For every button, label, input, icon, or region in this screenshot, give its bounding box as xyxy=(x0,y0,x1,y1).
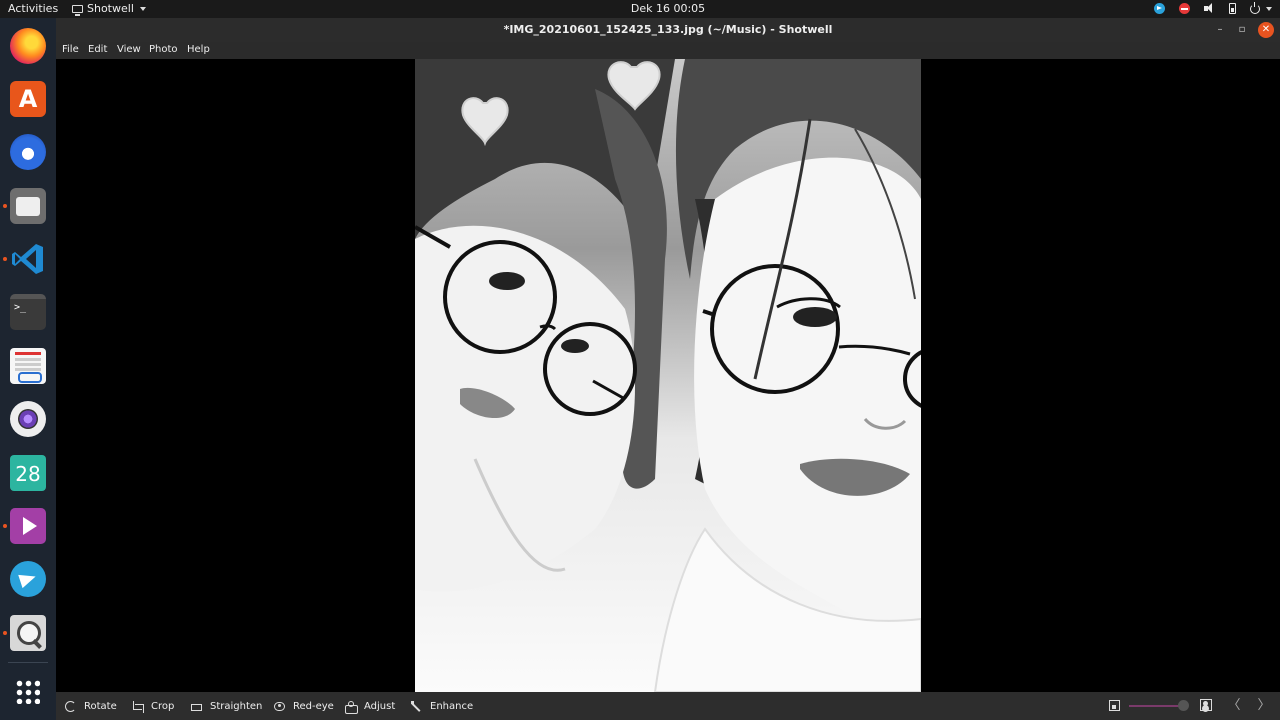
window-title: *IMG_20210601_152425_133.jpg (~/Music) -… xyxy=(503,23,833,36)
files-icon[interactable] xyxy=(10,188,46,224)
show-applications-icon[interactable] xyxy=(16,680,40,704)
telegram-icon[interactable] xyxy=(10,561,46,597)
do-not-disturb-icon[interactable] xyxy=(1179,3,1190,14)
enhance-label: Enhance xyxy=(430,700,474,712)
rotate-button[interactable]: Rotate xyxy=(65,692,117,720)
search-tool-icon[interactable] xyxy=(10,615,46,651)
edit-toolbar: Rotate Crop Straighten Red-eye Adjust En… xyxy=(56,692,1280,720)
close-button[interactable]: ✕ xyxy=(1258,22,1274,38)
next-photo-button[interactable]: 〉 xyxy=(1254,696,1274,716)
dock-separator xyxy=(8,662,48,663)
window-titlebar[interactable]: *IMG_20210601_152425_133.jpg (~/Music) -… xyxy=(56,18,1280,42)
adjust-icon xyxy=(345,700,358,714)
menu-bar: File Edit View Photo Help xyxy=(56,42,1280,59)
menu-photo[interactable]: Photo xyxy=(149,44,178,55)
vscode-icon[interactable] xyxy=(10,241,46,277)
telegram-icon[interactable] xyxy=(1154,3,1165,14)
zoom-slider[interactable] xyxy=(1129,705,1185,707)
system-tray[interactable] xyxy=(1154,1,1272,14)
crop-label: Crop xyxy=(151,700,175,712)
photo[interactable] xyxy=(415,59,921,692)
straighten-button[interactable]: Straighten xyxy=(191,692,262,720)
volume-icon[interactable] xyxy=(1204,3,1215,14)
gnome-top-bar: Activities Shotwell Dek 16 00:05 xyxy=(0,0,1280,18)
screen-reader-icon[interactable] xyxy=(10,348,46,384)
adjust-button[interactable]: Adjust xyxy=(345,692,395,720)
running-indicator xyxy=(3,631,7,635)
running-indicator xyxy=(3,204,7,208)
crop-icon xyxy=(132,700,144,713)
photo-viewer[interactable] xyxy=(56,59,1280,692)
red-eye-icon xyxy=(274,701,285,711)
red-eye-button[interactable]: Red-eye xyxy=(274,692,334,720)
video-player-icon[interactable] xyxy=(10,508,46,544)
photo-image xyxy=(415,59,921,692)
ubuntu-software-icon[interactable]: A xyxy=(10,81,46,117)
straighten-icon xyxy=(191,703,202,711)
enhance-icon xyxy=(411,700,422,712)
zoom-out-icon[interactable] xyxy=(1109,700,1120,711)
menu-help[interactable]: Help xyxy=(187,44,210,55)
rotate-icon xyxy=(65,700,76,712)
menu-file[interactable]: File xyxy=(62,44,79,55)
webcam-icon[interactable] xyxy=(10,401,46,437)
clock[interactable]: Dek 16 00:05 xyxy=(0,2,1280,15)
zoom-slider-handle[interactable] xyxy=(1178,700,1190,711)
adjust-label: Adjust xyxy=(364,700,396,712)
dock: A >_ 28 xyxy=(0,18,56,720)
rotate-label: Rotate xyxy=(84,700,117,712)
menu-edit[interactable]: Edit xyxy=(88,44,107,55)
zoom-in-icon[interactable] xyxy=(1200,699,1212,711)
straighten-label: Straighten xyxy=(210,700,263,712)
red-eye-label: Red-eye xyxy=(293,700,334,712)
maximize-button[interactable]: ▫ xyxy=(1234,22,1250,38)
crop-button[interactable]: Crop xyxy=(132,692,174,720)
chevron-down-icon[interactable] xyxy=(1266,6,1272,11)
menu-view[interactable]: View xyxy=(117,44,141,55)
running-indicator xyxy=(3,524,7,528)
previous-photo-button[interactable]: 〈 xyxy=(1224,696,1244,716)
enhance-button[interactable]: Enhance xyxy=(411,692,473,720)
firefox-icon[interactable] xyxy=(10,28,46,64)
thunderbird-icon[interactable] xyxy=(10,134,46,170)
battery-icon[interactable] xyxy=(1229,3,1236,14)
minimize-button[interactable]: – xyxy=(1212,22,1228,38)
power-icon[interactable] xyxy=(1250,1,1260,14)
terminal-icon[interactable]: >_ xyxy=(10,294,46,330)
calendar-icon[interactable]: 28 xyxy=(10,455,46,491)
running-indicator xyxy=(3,257,7,261)
